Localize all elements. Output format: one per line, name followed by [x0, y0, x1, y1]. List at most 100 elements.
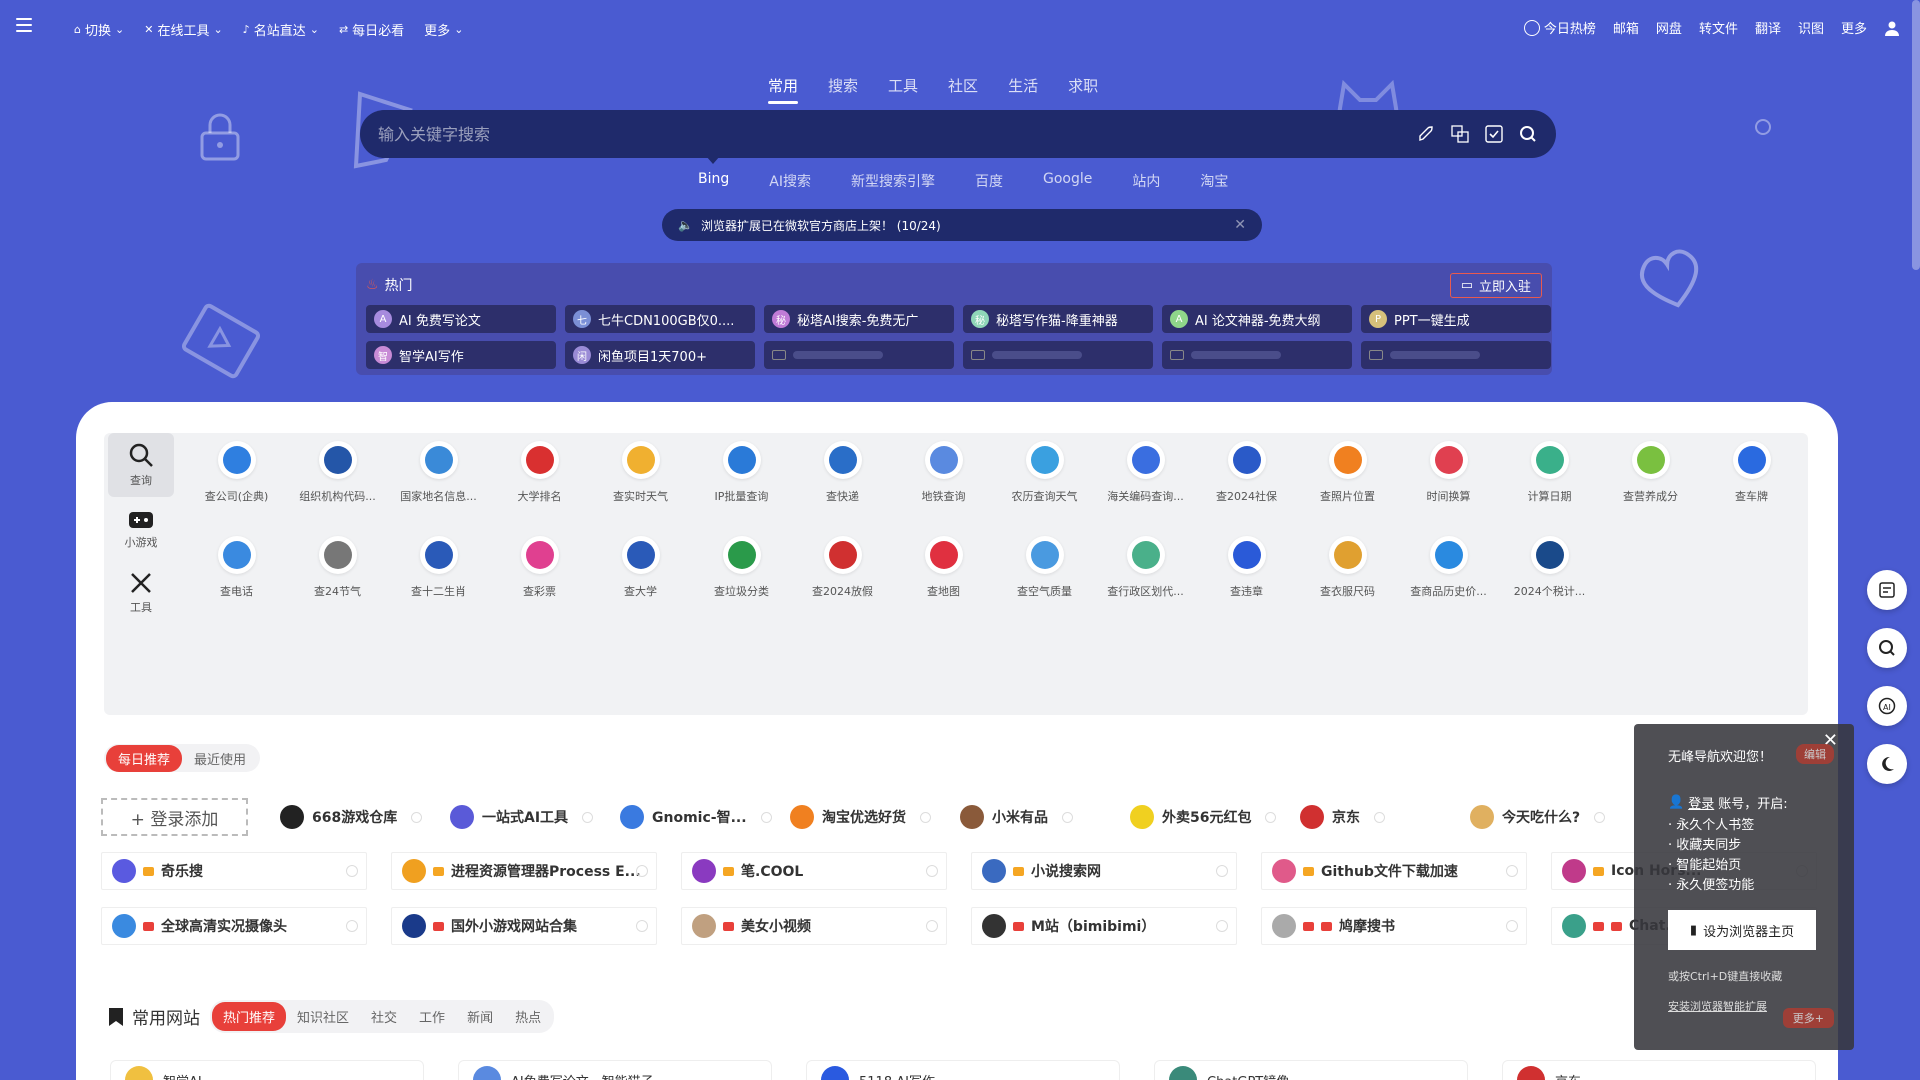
sidebar-item-query[interactable]: 查询 [108, 433, 174, 497]
daily-site-card[interactable]: 美女小视频 [681, 907, 947, 945]
nav-daily-must-see[interactable]: ⇄ 每日必看 [339, 20, 404, 39]
engine-bing[interactable]: Bing [698, 171, 729, 191]
checkbox-icon[interactable] [1484, 124, 1504, 144]
hot-item[interactable]: 秘秘塔写作猫-降重神器 [963, 305, 1153, 333]
tool-item[interactable]: 查空气质量 [994, 536, 1095, 599]
info-icon[interactable] [1216, 865, 1228, 877]
tool-item[interactable]: 查公司(企典) [186, 441, 287, 504]
tool-item[interactable]: 查彩票 [489, 536, 590, 599]
info-icon[interactable] [1594, 811, 1606, 823]
daily-site-item[interactable]: 668游戏仓库 [280, 800, 450, 834]
tab-recent[interactable]: 最近使用 [182, 745, 258, 772]
tool-item[interactable]: 查2024社保 [1196, 441, 1297, 504]
engine-site[interactable]: 站内 [1132, 171, 1160, 191]
page-scrollbar[interactable] [1912, 0, 1920, 270]
tab-common[interactable]: 常用 [768, 75, 799, 104]
common-site-card[interactable]: 智学AI [110, 1060, 424, 1080]
rocket-icon[interactable] [1416, 124, 1436, 144]
moon-icon[interactable] [1867, 744, 1907, 784]
info-icon[interactable] [1506, 865, 1518, 877]
search-input[interactable] [378, 124, 1416, 144]
nav-transfer-file[interactable]: 转文件 [1699, 18, 1738, 37]
info-icon[interactable] [411, 811, 423, 823]
info-icon[interactable] [926, 920, 938, 932]
engine-baidu[interactable]: 百度 [975, 171, 1003, 191]
tool-item[interactable]: 2024个税计... [1499, 536, 1600, 599]
info-icon[interactable] [1216, 920, 1228, 932]
info-icon[interactable] [1374, 811, 1385, 823]
info-icon[interactable] [346, 920, 358, 932]
tab-search[interactable]: 搜索 [828, 75, 858, 102]
hamburger-menu-icon[interactable] [16, 18, 32, 32]
tool-item[interactable]: 查24节气 [287, 536, 388, 599]
hot-item[interactable]: 七七牛CDN100GB仅0.... [565, 305, 755, 333]
tool-item[interactable]: 农历查询天气 [994, 441, 1095, 504]
common-tab[interactable]: 新闻 [456, 1002, 504, 1031]
hot-item[interactable]: A AI 论文神器-免费大纲 [1162, 305, 1352, 333]
tool-item[interactable]: 时间换算 [1398, 441, 1499, 504]
common-tab[interactable]: 知识社区 [286, 1002, 360, 1031]
daily-site-card[interactable]: 鸠摩搜书 [1261, 907, 1527, 945]
daily-site-card[interactable]: 进程资源管理器Process E... [391, 852, 657, 890]
nav-netdisk[interactable]: 网盘 [1656, 18, 1682, 37]
tool-item[interactable]: 查商品历史价... [1398, 536, 1499, 599]
info-icon[interactable] [760, 811, 772, 823]
tool-item[interactable]: 国家地名信息... [388, 441, 489, 504]
common-tab[interactable]: 社交 [360, 1002, 408, 1031]
info-icon[interactable] [582, 811, 594, 823]
daily-site-card[interactable]: M站（bimibimi） [971, 907, 1237, 945]
daily-site-item[interactable]: 京东 [1300, 800, 1470, 834]
tool-item[interactable]: 查营养成分 [1600, 441, 1701, 504]
common-tab[interactable]: 热门推荐 [212, 1002, 287, 1031]
daily-site-item[interactable]: 今天吃什么? [1470, 800, 1640, 834]
daily-site-item[interactable]: 淘宝优选好货 [790, 800, 960, 834]
hot-item[interactable]: A AI 免费写论文 [366, 305, 556, 333]
tool-item[interactable]: 查2024放假 [792, 536, 893, 599]
tool-item[interactable]: 组织机构代码... [287, 441, 388, 504]
info-icon[interactable] [1265, 811, 1277, 823]
close-icon[interactable]: ✕ [1234, 217, 1246, 233]
engine-ai-search[interactable]: AI搜索 [769, 171, 811, 191]
common-site-card[interactable]: 5118 AI写作 [806, 1060, 1120, 1080]
daily-site-card[interactable]: 奇乐搜 [101, 852, 367, 890]
nav-switch[interactable]: ⌂ 切换 ⌄ [74, 20, 124, 39]
join-button[interactable]: ▭ 立即入驻 [1449, 273, 1542, 298]
tool-item[interactable]: 查垃圾分类 [691, 536, 792, 599]
tool-item[interactable]: 大学排名 [489, 441, 590, 504]
sidebar-item-games[interactable]: 小游戏 [108, 497, 174, 561]
nav-hot-list[interactable]: 今日热榜 [1523, 18, 1596, 37]
tool-item[interactable]: 查快递 [792, 441, 893, 504]
daily-site-card[interactable]: 全球高清实况摄像头 [101, 907, 367, 945]
engine-google[interactable]: Google [1043, 171, 1092, 191]
tool-item[interactable]: 查行政区划代... [1095, 536, 1196, 599]
info-icon[interactable] [1506, 920, 1518, 932]
tool-item[interactable]: 查大学 [590, 536, 691, 599]
nav-image-recognition[interactable]: 识图 [1798, 18, 1824, 37]
common-site-card[interactable]: 京东 [1502, 1060, 1816, 1080]
info-icon[interactable] [1062, 811, 1073, 823]
nav-famous-sites[interactable]: ♪ 名站直达 ⌄ [243, 20, 319, 39]
hot-item[interactable]: 闲闲鱼项目1天700+ [565, 341, 755, 369]
tab-daily-recommend[interactable]: 每日推荐 [106, 744, 183, 772]
search-submit-icon[interactable] [1518, 124, 1538, 144]
tool-item[interactable]: 查电话 [186, 536, 287, 599]
tool-item[interactable]: 查照片位置 [1297, 441, 1398, 504]
tab-community[interactable]: 社区 [948, 75, 978, 102]
info-icon[interactable] [346, 865, 358, 877]
daily-site-item[interactable]: 一站式AI工具 [450, 800, 620, 834]
daily-site-card[interactable]: 国外小游戏网站合集 [391, 907, 657, 945]
common-tab[interactable]: 工作 [408, 1002, 456, 1031]
daily-site-item[interactable]: Gnomic-智... [620, 800, 790, 834]
daily-site-item[interactable]: 外卖56元红包 [1130, 800, 1300, 834]
nav-more-right[interactable]: 更多 [1841, 18, 1867, 37]
nav-mail[interactable]: 邮箱 [1613, 18, 1639, 37]
sidebar-item-tools[interactable]: 工具 [108, 561, 174, 625]
tool-item[interactable]: 查违章 [1196, 536, 1297, 599]
engine-new-search[interactable]: 新型搜索引擎 [851, 171, 935, 191]
tool-item[interactable]: 地铁查询 [893, 441, 994, 504]
tool-item[interactable]: 计算日期 [1499, 441, 1600, 504]
user-icon[interactable] [1884, 20, 1900, 36]
nav-translate[interactable]: 翻译 [1755, 18, 1781, 37]
common-tab[interactable]: 热点 [504, 1002, 552, 1031]
search-float-icon[interactable] [1867, 628, 1907, 668]
